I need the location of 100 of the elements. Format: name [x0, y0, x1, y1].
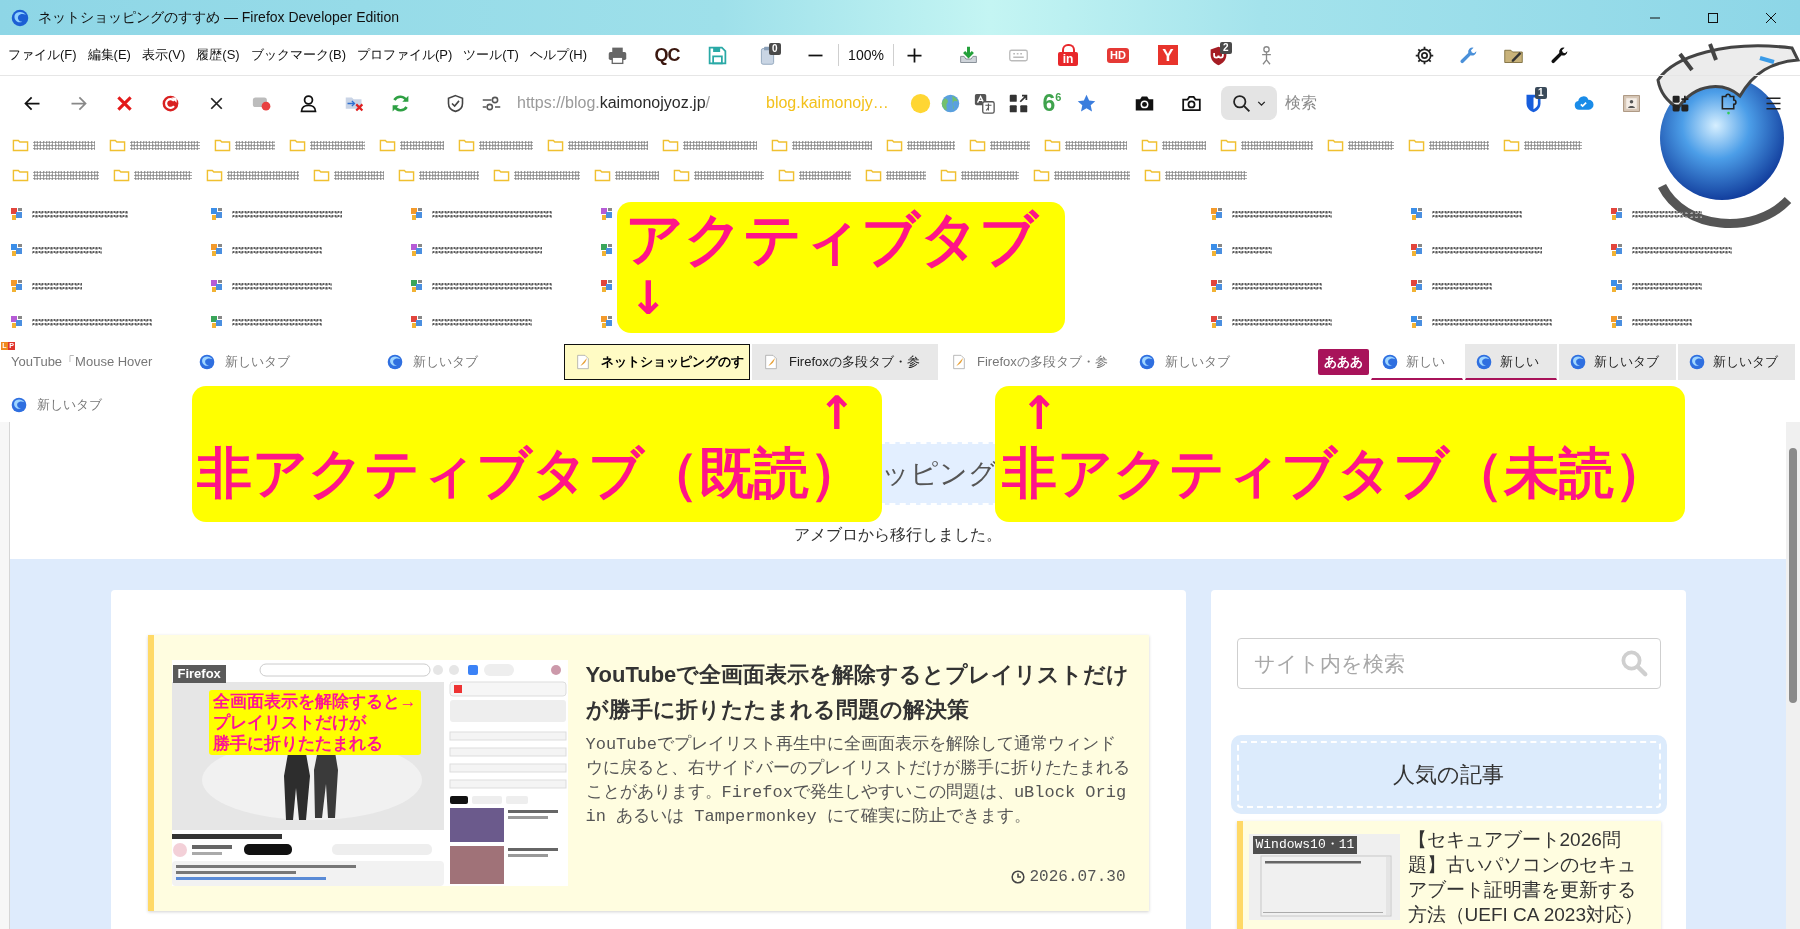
callout-text: アクティブタブ [625, 206, 1041, 273]
pixelated-icon [1610, 315, 1624, 329]
search-icon[interactable] [1618, 648, 1649, 678]
pixelated-icon [1410, 207, 1424, 221]
grid-icon[interactable] [1007, 92, 1029, 114]
picture-frame-icon[interactable] [1620, 92, 1642, 114]
badge-count: 1 [1535, 87, 1547, 99]
article-title[interactable]: YouTubeで全画面表示を解除するとプレイリストだけが勝手に折りたたまれる問題の解決策 [585, 657, 1132, 727]
pixelated-text [479, 140, 533, 150]
popular-article-card[interactable]: Windows10・11 【セキュアブート2026問題】古いパソコンのセキュアブート証明書を更新する方法（UEFI CA 2023対応） [1236, 821, 1661, 929]
callout-arrow: ↓ [629, 272, 668, 323]
article-thumbnail[interactable]: Windows10・11 [1248, 834, 1400, 920]
download-icon[interactable] [957, 44, 979, 66]
pixelated-icon [410, 207, 424, 221]
pixelated-icon [600, 279, 614, 293]
zoom-level[interactable]: 100% [848, 47, 884, 63]
pixelated-icon [1610, 207, 1624, 221]
menu-item[interactable]: 履歴(S) [196, 46, 240, 64]
tab[interactable]: 新しいタブ [1678, 344, 1795, 380]
pixelated-text [886, 170, 926, 180]
browser-label: Firefox [172, 665, 226, 683]
scrollbar-thumb[interactable] [1789, 448, 1797, 703]
menu-item[interactable]: 表示(V) [141, 46, 186, 64]
browser-logo-icon [1570, 354, 1586, 370]
callout-text: 全画面表示を解除すると→ プレイリストだけが 勝手に折りたたまれる [208, 690, 421, 755]
settings-icon[interactable] [1413, 44, 1435, 66]
pixelated-text [235, 140, 275, 150]
menu-item[interactable]: ヘルプ(H) [529, 46, 587, 64]
tab[interactable]: Firefoxの多段タブ・参 [752, 344, 938, 380]
badge-count: 2 [1220, 42, 1232, 54]
callout-arrow: ↑ [817, 388, 856, 438]
document-icon [763, 354, 779, 370]
menu-item[interactable]: ブックマーク(B) [250, 46, 346, 64]
menu-item[interactable]: ツール(T) [463, 46, 519, 64]
search-field[interactable]: 検索 [1283, 90, 1507, 116]
pixelated-icon [10, 243, 24, 257]
pixelated-text [1232, 245, 1272, 255]
pixelated-text [419, 170, 479, 180]
pixelated-text [1348, 140, 1394, 150]
site-label: blog.kaimonojy… [766, 94, 890, 112]
pixelated-icon [10, 315, 24, 329]
pixelated-text [1065, 140, 1127, 150]
callout-text: 非アクティブタブ（既読） [197, 442, 865, 506]
pixelated-icon [1410, 315, 1424, 329]
browser-logo-icon [1689, 354, 1705, 370]
circle-icon[interactable] [909, 92, 931, 114]
search-engine-button[interactable] [1221, 86, 1277, 120]
pixelated-icon [410, 279, 424, 293]
url-field[interactable]: https://blog.kaimonojyoz.jp/ [517, 94, 747, 112]
pixelated-text [1632, 281, 1702, 291]
browser-logo-icon [387, 354, 403, 370]
browser-logo-icon [1382, 353, 1398, 370]
menu-item[interactable]: プロファイル(P) [357, 46, 453, 64]
pixelated-icon [10, 207, 24, 221]
extension-button[interactable]: Y [1158, 45, 1178, 65]
pixelated-icon [1210, 243, 1224, 257]
pixelated-text [130, 140, 200, 150]
search-field[interactable]: サイト内を検索 [1236, 638, 1661, 689]
pixelated-text [514, 170, 580, 180]
extension-button[interactable]: HD [1107, 47, 1129, 63]
pixelated-text [33, 170, 99, 180]
pixelated-icon [1210, 315, 1224, 329]
pixelated-text [1162, 140, 1206, 150]
article-thumbnail[interactable]: Firefox 全画面表示を解除すると→ プレイリストだけが 勝手に折りたたまれる [171, 660, 568, 886]
pixelated-text [799, 170, 851, 180]
save-icon[interactable] [706, 44, 728, 66]
callout-text: 非アクティブタブ（未読） [1002, 442, 1670, 506]
tab[interactable]: 新しいタブ [1559, 344, 1676, 380]
star-icon[interactable] [1075, 92, 1097, 114]
pixelated-text [990, 140, 1030, 150]
pixelated-icon [600, 207, 614, 221]
pixelated-text [32, 245, 102, 255]
close-icon [1765, 11, 1777, 24]
scrollbar-track[interactable] [1786, 422, 1800, 929]
wrench-icon[interactable] [1548, 44, 1570, 66]
pixelated-icon [1410, 243, 1424, 257]
tab[interactable]: ネットショッピングのす [564, 344, 750, 380]
os-label: Windows10・11 [1252, 836, 1358, 854]
pixelated-text [694, 170, 764, 180]
pixelated-text [1632, 317, 1692, 327]
browser-logo-icon [1476, 353, 1492, 370]
article-title[interactable]: 【セキュアブート2026問題】古いパソコンのセキュアブート証明書を更新する方法（UEFI CA 2023対応） [1407, 827, 1651, 927]
pixelated-icon [210, 279, 224, 293]
article-card[interactable] [147, 635, 1149, 911]
pixelated-icon [210, 207, 224, 221]
menu-item[interactable]: ファイル(F) [8, 46, 77, 64]
globe-icon[interactable] [939, 92, 961, 114]
document-icon [951, 354, 967, 370]
section-title: 人気の記事 [1393, 760, 1504, 789]
tab-group-label[interactable]: あああ [1318, 349, 1369, 375]
pixelated-text [907, 140, 955, 150]
menu-item[interactable]: 編集(E) [87, 46, 131, 64]
pixelated-text [310, 140, 365, 150]
callout-arrow: ↑ [1020, 388, 1059, 438]
browser-logo-icon [1139, 354, 1155, 370]
extension-button[interactable]: QC [654, 46, 680, 64]
translate-icon[interactable] [973, 92, 995, 114]
tab[interactable]: 新しい [1465, 344, 1557, 380]
search-icon [1230, 92, 1252, 114]
pixelated-text [400, 140, 444, 150]
